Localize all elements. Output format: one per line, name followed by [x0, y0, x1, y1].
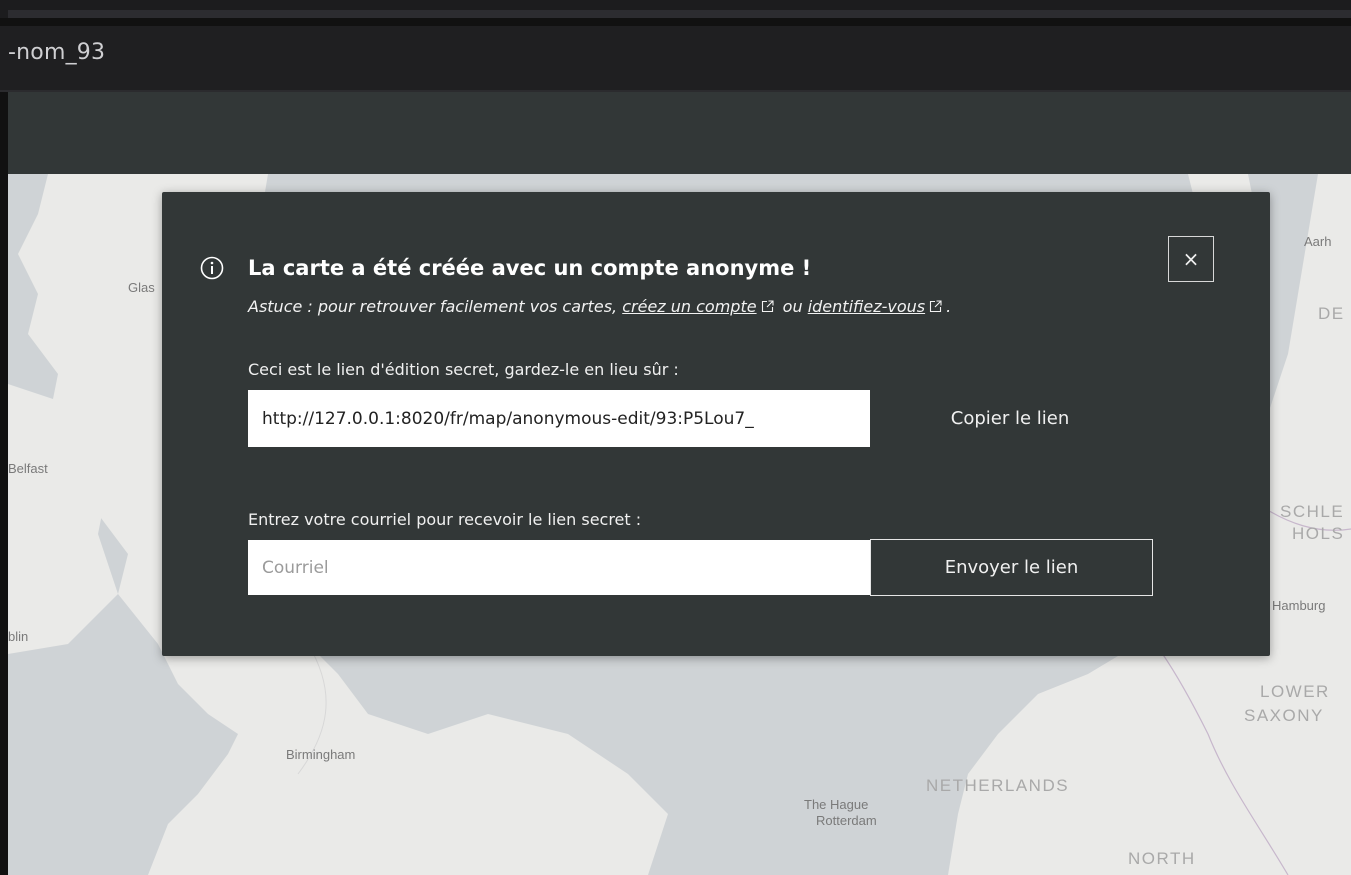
- close-button[interactable]: ×: [1168, 236, 1214, 282]
- map-label-lower-saxony-2: SAXONY: [1244, 706, 1324, 725]
- email-label: Entrez votre courriel pour recevoir le l…: [248, 510, 642, 529]
- map-label-the-hague: The Hague: [804, 797, 869, 812]
- email-field[interactable]: [248, 540, 870, 595]
- secret-link-label: Ceci est le lien d'édition secret, garde…: [248, 360, 679, 379]
- external-link-icon: [761, 300, 774, 313]
- top-strip-line: [8, 10, 1351, 18]
- secret-link-field[interactable]: [248, 390, 870, 447]
- map-label-north: NORTH: [1128, 849, 1196, 868]
- tip-suffix: .: [946, 297, 952, 316]
- map-label-schleswig-1: SCHLE: [1280, 502, 1345, 521]
- tip-or: ou: [782, 297, 803, 316]
- toolbar: [8, 92, 1351, 174]
- map-label-belfast: Belfast: [8, 461, 48, 476]
- map-label-rotterdam: Rotterdam: [816, 813, 877, 828]
- map-label-dublin: blin: [8, 629, 29, 644]
- title-bar: -nom_93: [0, 26, 1351, 92]
- account-tip: Astuce : pour retrouver facilement vos c…: [248, 297, 951, 316]
- map-label-hamburg: Hamburg: [1272, 598, 1326, 613]
- map-name-title: -nom_93: [8, 40, 106, 65]
- tip-prefix: Astuce : pour retrouver facilement vos c…: [248, 297, 618, 316]
- dialog-title: La carte a été créée avec un compte anon…: [248, 256, 812, 280]
- copy-link-button[interactable]: Copier le lien: [910, 390, 1110, 447]
- create-account-link[interactable]: créez un compte: [622, 297, 756, 316]
- external-link-icon: [930, 300, 942, 313]
- top-strip: [0, 0, 1351, 18]
- map-label-schleswig-2: HOLS: [1292, 524, 1345, 543]
- map-label-lower-saxony-1: LOWER: [1260, 682, 1330, 701]
- anonymous-map-dialog: La carte a été créée avec un compte anon…: [162, 192, 1270, 656]
- map-label-aarhus: Aarh: [1304, 234, 1332, 249]
- map-label-birmingham: Birmingham: [286, 747, 356, 762]
- map-label-de: DE: [1318, 304, 1345, 323]
- map-label-glasgow: Glas: [128, 280, 155, 295]
- login-link[interactable]: identifiez-vous: [808, 297, 925, 316]
- send-link-button[interactable]: Envoyer le lien: [870, 539, 1153, 596]
- info-icon: [200, 256, 224, 280]
- map-label-netherlands: NETHERLANDS: [926, 776, 1070, 795]
